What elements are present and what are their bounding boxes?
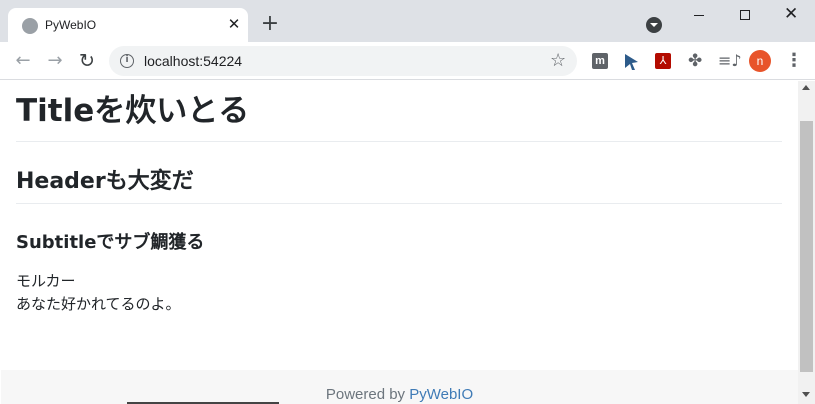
minimize-button[interactable] (676, 0, 722, 30)
header-divider (16, 203, 782, 204)
pdf-extension-icon[interactable]: ⅄ (655, 53, 671, 69)
reload-icon[interactable]: ↻ (76, 50, 98, 72)
window-close-button[interactable]: ✕ (768, 0, 814, 30)
forward-arrow-icon[interactable]: → (44, 50, 66, 72)
page-title: Titleを炊いとる (16, 93, 250, 129)
footer-prefix: Powered by (325, 386, 410, 403)
page-header: Headerも大変だ (16, 169, 194, 194)
text-line-2: あなた好かれてるのよ。 (16, 295, 181, 313)
tab-title: PyWebIO (45, 18, 97, 32)
new-tab-button[interactable]: + (259, 13, 281, 35)
maximize-icon (740, 10, 750, 20)
media-queue-icon[interactable]: ≡♪ (718, 51, 742, 70)
cursor-arrow-icon (625, 54, 638, 70)
address-bar[interactable]: i localhost:54224 ☆ (109, 46, 577, 76)
page-footer: Powered by PyWebIO (1, 370, 798, 404)
url-text[interactable]: localhost:54224 (144, 53, 242, 69)
vertical-scrollbar[interactable] (798, 81, 815, 404)
text-line-1: モルカー (16, 272, 76, 290)
scrollbar-thumb[interactable] (800, 121, 813, 372)
title-divider (16, 141, 782, 142)
minimize-icon (694, 15, 704, 16)
m-extension-icon[interactable]: m (592, 53, 608, 69)
cursor-extension-icon[interactable] (623, 53, 639, 70)
back-arrow-icon[interactable]: ← (12, 50, 34, 72)
scroll-up-arrow-icon[interactable] (802, 85, 810, 90)
page-viewport: Titleを炊いとる Headerも大変だ Subtitleでサブ鯛獲る モルカ… (1, 81, 798, 404)
tab-pywebio[interactable]: PyWebIO ✕ (8, 8, 248, 42)
puzzle-icon[interactable]: ✤ (688, 51, 702, 71)
globe-favicon-icon (22, 18, 38, 34)
page-subtitle: Subtitleでサブ鯛獲る (16, 232, 205, 253)
close-icon: ✕ (784, 4, 799, 24)
site-info-icon[interactable]: i (120, 54, 134, 68)
tab-strip: PyWebIO ✕ + ✕ (0, 0, 815, 42)
scroll-down-arrow-icon[interactable] (802, 392, 810, 397)
maximize-button[interactable] (722, 0, 768, 30)
profile-avatar[interactable]: n (749, 50, 771, 72)
tab-close-icon[interactable]: ✕ (226, 16, 242, 32)
footer-text: Powered by PyWebIO (1, 385, 798, 404)
bookmark-star-icon[interactable]: ☆ (550, 50, 566, 72)
tab-search-icon[interactable] (646, 17, 662, 33)
pywebio-link[interactable]: PyWebIO (409, 386, 473, 403)
browser-toolbar: ← → ↻ i localhost:54224 ☆ m ⅄ ✤ ≡♪ n ⋮ (0, 42, 815, 80)
kebab-menu-icon[interactable]: ⋮ (785, 50, 803, 72)
